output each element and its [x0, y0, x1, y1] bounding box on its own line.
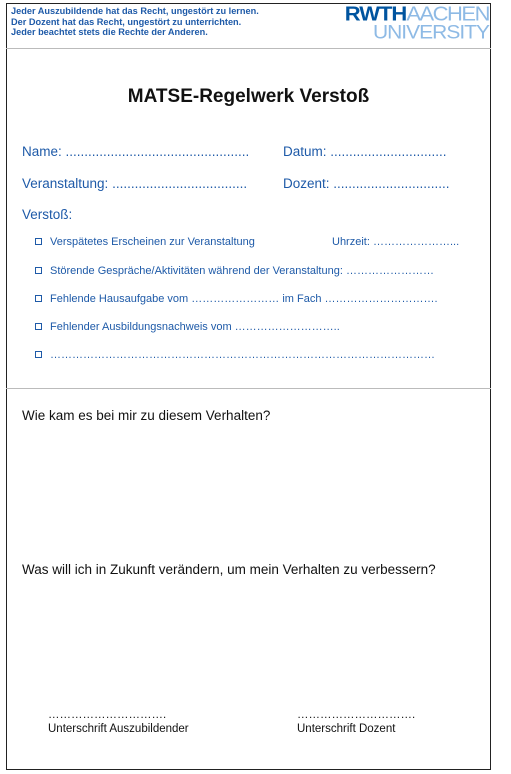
- violation-label: Verstoß:: [22, 207, 73, 222]
- signature-lecturer[interactable]: …………………………. Unterschrift Dozent: [297, 708, 415, 736]
- checkbox-icon[interactable]: [35, 350, 42, 358]
- violation-item-homework[interactable]: Fehlende Hausaufgabe vom …………………… im Fac…: [35, 293, 438, 305]
- question-change: Was will ich in Zukunft verändern, um me…: [22, 562, 436, 577]
- checkbox-icon[interactable]: [35, 322, 42, 330]
- violation-item-disruption[interactable]: Störende Gespräche/Aktivitäten während d…: [35, 265, 434, 277]
- signature-label: Unterschrift Auszubildender: [48, 723, 189, 735]
- time-field[interactable]: Uhrzeit: …………………...: [332, 236, 459, 248]
- checkbox-icon[interactable]: [35, 266, 42, 274]
- course-field[interactable]: Veranstaltung: .........................…: [22, 176, 247, 191]
- violation-item-late[interactable]: Verspätetes Erscheinen zur Veranstaltung: [35, 236, 255, 248]
- signature-trainee[interactable]: …………………………. Unterschrift Auszubildender: [48, 708, 189, 736]
- signature-label: Unterschrift Dozent: [297, 723, 396, 735]
- name-field[interactable]: Name: ..................................…: [22, 144, 249, 159]
- lecturer-field[interactable]: Dozent: ...............................: [283, 176, 450, 191]
- form-title: MATSE-Regelwerk Verstoß: [127, 86, 370, 107]
- section-divider: [6, 388, 491, 389]
- rule-line: Jeder beachtet stets die Rechte der Ande…: [11, 27, 208, 37]
- rule-line: Der Dozent hat das Recht, ungestört zu u…: [11, 16, 242, 27]
- checkbox-icon[interactable]: [35, 237, 42, 245]
- form-frame: [6, 3, 491, 770]
- header-divider: [6, 48, 491, 49]
- checkbox-icon[interactable]: [35, 294, 42, 302]
- class-rules: Jeder Auszubildende hat das Recht, unges…: [11, 6, 259, 38]
- signature-line: ………………………….: [48, 709, 167, 721]
- violation-text: ……………………………………………………………………………………………: [50, 349, 435, 361]
- question-cause: Wie kam es bei mir zu diesem Verhalten?: [22, 408, 271, 423]
- violation-text: Fehlender Ausbildungsnachweis vom …………………: [50, 321, 340, 333]
- violation-text: Verspätetes Erscheinen zur Veranstaltung: [50, 236, 255, 248]
- violation-item-other[interactable]: ……………………………………………………………………………………………: [35, 349, 435, 361]
- logo-line2: UNIVERSITY: [372, 22, 490, 44]
- signature-line: ………………………….: [297, 709, 416, 721]
- violation-text: Störende Gespräche/Aktivitäten während d…: [50, 265, 434, 277]
- date-field[interactable]: Datum: ...............................: [283, 144, 447, 159]
- rule-line: Jeder Auszubildende hat das Recht, unges…: [11, 6, 259, 16]
- rwth-logo: RWTHAACHEN UNIVERSITY: [345, 4, 491, 44]
- violation-item-report[interactable]: Fehlender Ausbildungsnachweis vom …………………: [35, 321, 340, 333]
- violation-text: Fehlende Hausaufgabe vom …………………… im Fac…: [50, 293, 438, 305]
